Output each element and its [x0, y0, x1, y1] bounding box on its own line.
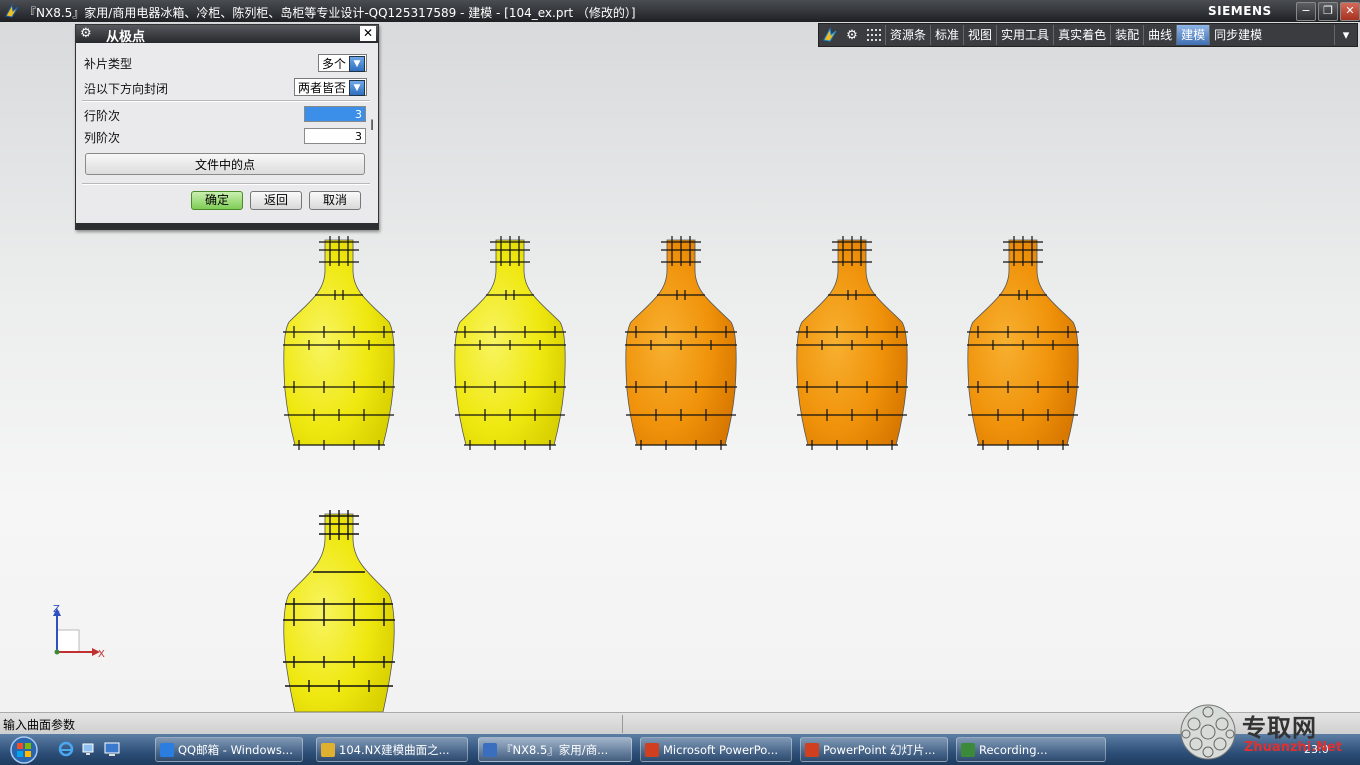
chevron-down-icon: ▼ — [349, 56, 365, 72]
divider — [82, 183, 370, 185]
folder-icon — [321, 743, 335, 757]
dialog-title: 从极点 — [106, 30, 146, 45]
taskbar: QQ邮箱 - Windows... 104.NX建模曲面之... 『NX8.5』… — [0, 734, 1360, 765]
axis-z-label: Z — [53, 604, 60, 615]
taskbar-item-label: PowerPoint 幻灯片... — [823, 743, 936, 757]
divider — [622, 715, 623, 733]
axis-x-label: X — [98, 649, 105, 660]
show-desktop-icon[interactable] — [104, 741, 120, 757]
bottle-yellow-lower — [283, 510, 395, 712]
close-along-label: 沿以下方向封闭 — [84, 82, 169, 96]
col-degree-label: 列阶次 — [84, 131, 121, 145]
coordinate-triad: Z X — [53, 604, 105, 660]
divider — [82, 100, 370, 102]
bottle-orange-3 — [966, 235, 1080, 451]
bottle-orange-2 — [795, 235, 909, 451]
taskbar-item-label: 104.NX建模曲面之... — [339, 743, 450, 757]
taskbar-item-label: Recording... — [979, 743, 1048, 757]
row-degree-input[interactable]: 3 — [304, 106, 366, 122]
cancel-button[interactable]: 取消 — [309, 191, 361, 210]
close-along-select[interactable]: 两者皆否 ▼ — [294, 78, 367, 96]
dialog-footer-bar — [76, 223, 378, 229]
nx-app-icon — [483, 743, 497, 757]
ok-button[interactable]: 确定 — [191, 191, 243, 210]
watermark-ball-icon — [1180, 704, 1236, 760]
status-bar: 输入曲面参数 — [0, 712, 1360, 735]
powerpoint-icon — [645, 743, 659, 757]
taskbar-item-recording[interactable]: Recording... — [956, 737, 1106, 762]
col-degree-input[interactable]: 3 — [304, 128, 366, 144]
close-along-value: 两者皆否 — [298, 81, 347, 95]
patch-type-value: 多个 — [322, 57, 347, 71]
chevron-down-icon: ▼ — [349, 80, 365, 96]
dialog-close-button[interactable]: ✕ — [360, 26, 376, 41]
start-button[interactable] — [2, 735, 46, 764]
bottle-orange-1 — [624, 235, 738, 451]
taskbar-item-label: Microsoft PowerPo... — [663, 743, 779, 757]
back-button[interactable]: 返回 — [250, 191, 302, 210]
text-cursor-icon: I — [370, 118, 375, 134]
status-prompt: 输入曲面参数 — [3, 718, 76, 732]
taskbar-item-slideshow[interactable]: PowerPoint 幻灯片... — [800, 737, 948, 762]
recording-icon — [961, 743, 975, 757]
taskbar-item-powerpoint[interactable]: Microsoft PowerPo... — [640, 737, 792, 762]
explorer-icon[interactable] — [82, 741, 98, 757]
ie-icon — [160, 743, 174, 757]
row-degree-label: 行阶次 — [84, 109, 121, 123]
powerpoint-icon — [805, 743, 819, 757]
watermark-text: 专取网 — [1242, 713, 1317, 742]
taskbar-item-label: QQ邮箱 - Windows... — [178, 743, 293, 757]
points-from-file-button[interactable]: 文件中的点 — [85, 153, 365, 175]
bottle-yellow-1 — [282, 235, 396, 451]
bottle-yellow-2 — [453, 235, 567, 451]
taskbar-item-nx[interactable]: 『NX8.5』家用/商... — [478, 737, 632, 762]
patch-type-label: 补片类型 — [84, 57, 133, 71]
watermark-url: Zhuanzhi.Net — [1244, 740, 1343, 755]
taskbar-item-label: 『NX8.5』家用/商... — [501, 743, 609, 757]
dialog-header[interactable]: ⚙ 从极点 ✕ — [76, 25, 378, 45]
taskbar-item-folder[interactable]: 104.NX建模曲面之... — [316, 737, 468, 762]
from-poles-dialog: ⚙ 从极点 ✕ 补片类型 多个 ▼ 沿以下方向封闭 两者皆否 ▼ 行阶次 3 列… — [75, 24, 379, 230]
watermark: 专取网 Zhuanzhi.Net — [1178, 700, 1358, 764]
patch-type-select[interactable]: 多个 ▼ — [318, 54, 367, 72]
dialog-settings-icon[interactable]: ⚙ — [80, 26, 92, 41]
ie-icon[interactable] — [58, 741, 74, 757]
taskbar-item-qqmail[interactable]: QQ邮箱 - Windows... — [155, 737, 303, 762]
